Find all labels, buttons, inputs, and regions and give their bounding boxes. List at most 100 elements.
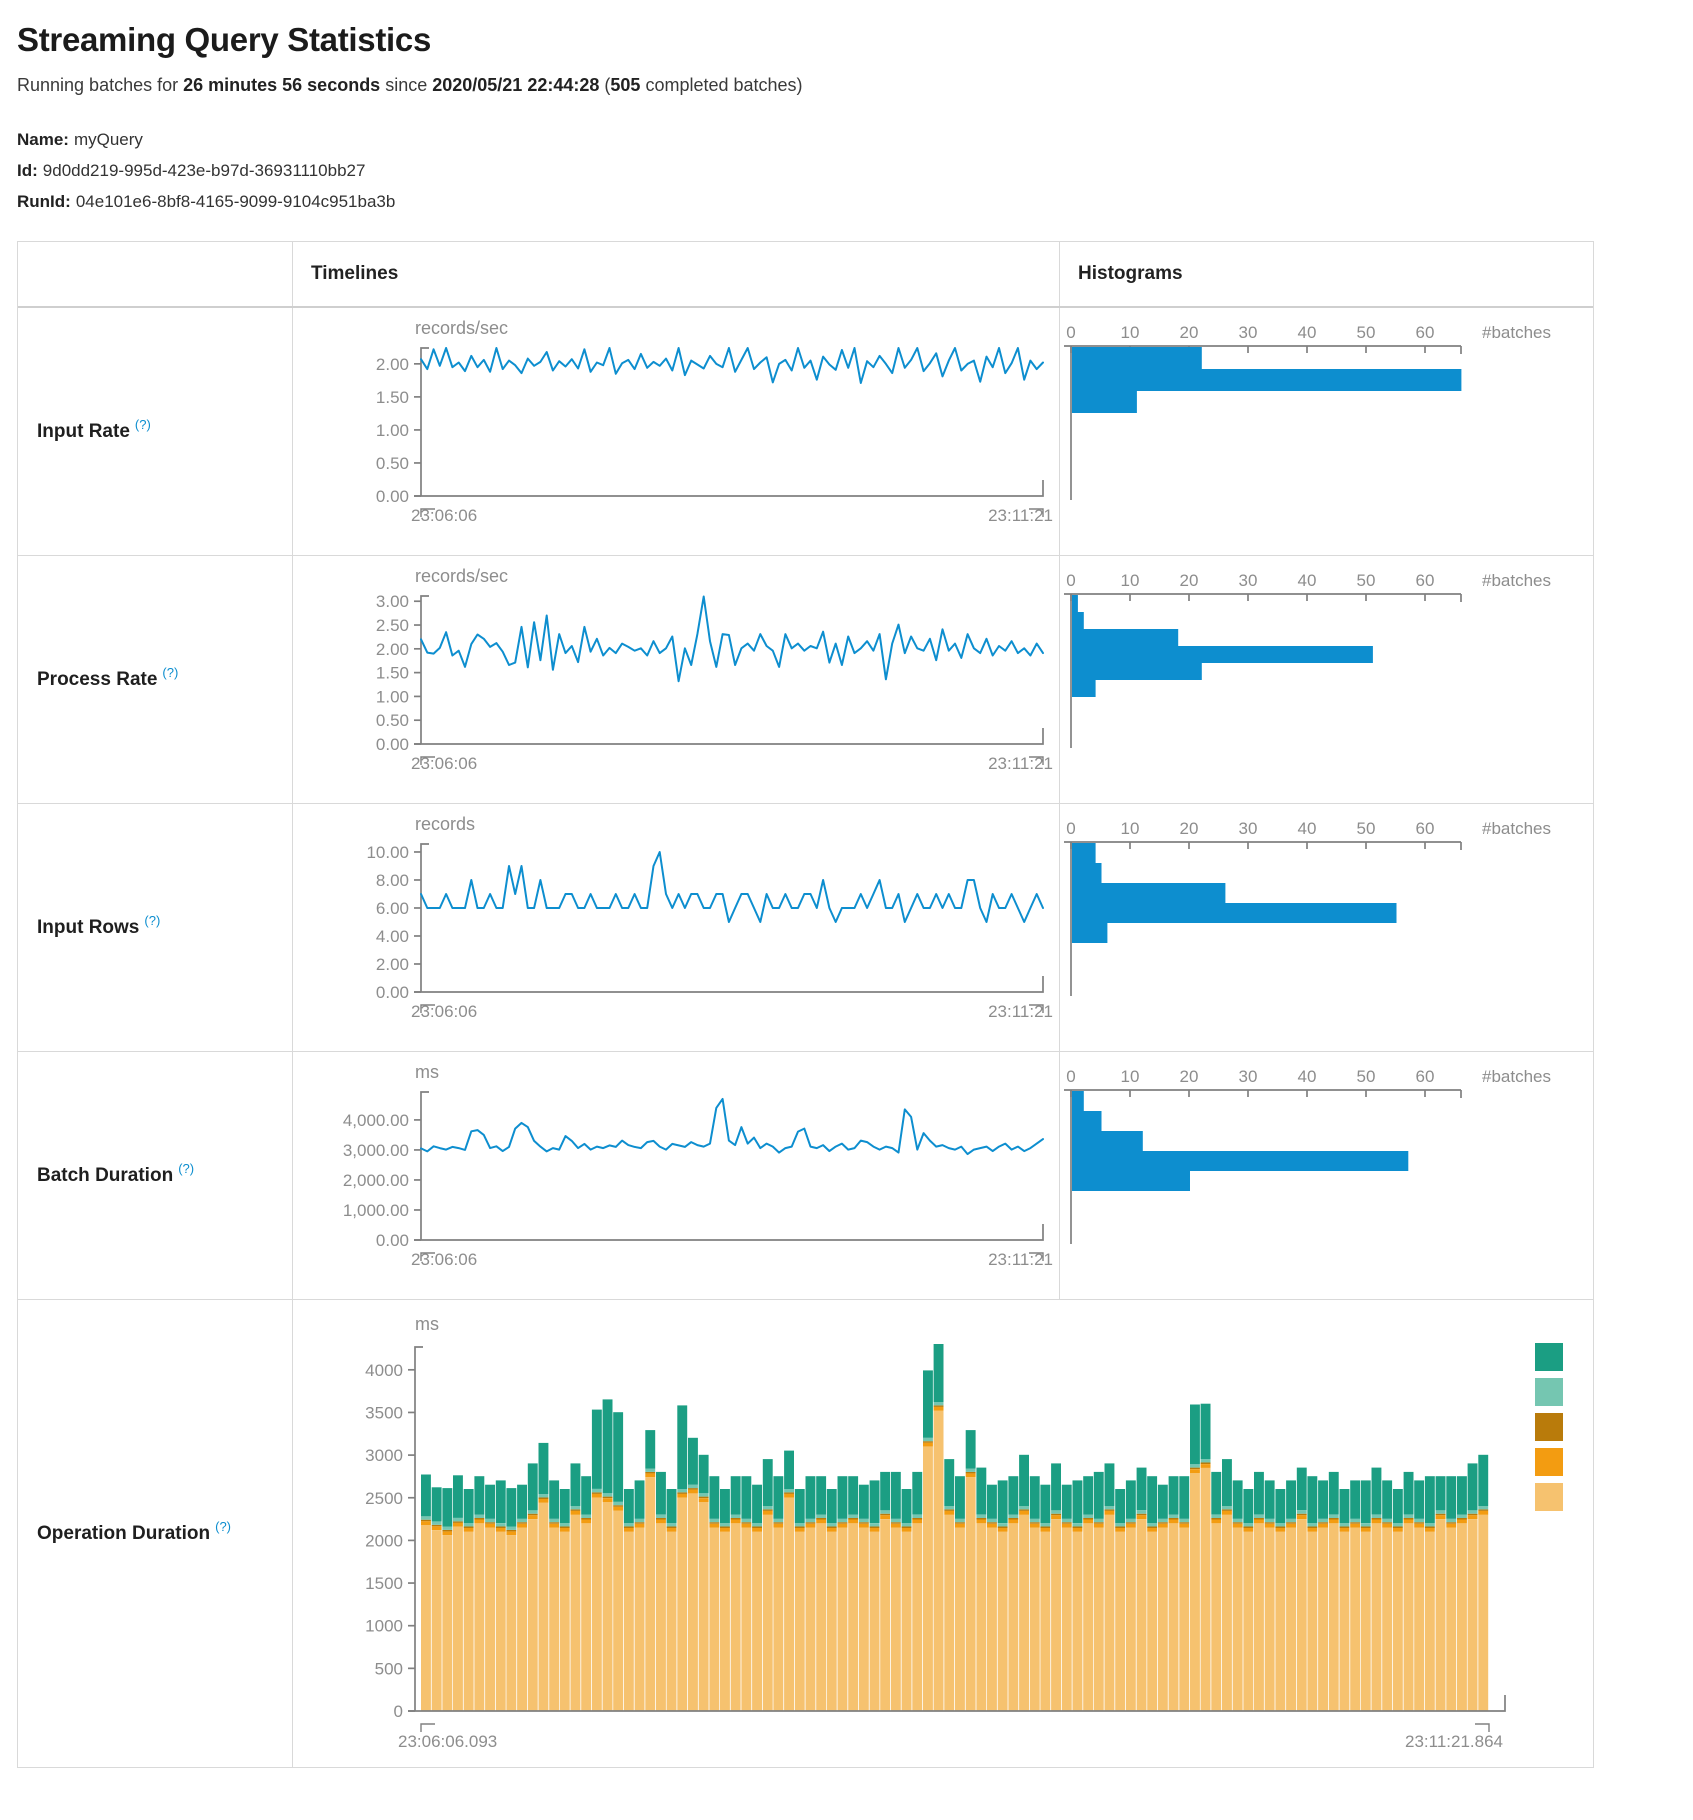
stacked-bar-segment <box>1105 1511 1115 1515</box>
stacked-bar-segment <box>432 1521 442 1524</box>
stacked-bar-segment <box>517 1519 527 1522</box>
svg-text:60: 60 <box>1416 819 1435 838</box>
stacked-bar-segment <box>1457 1520 1467 1524</box>
stacked-bar-segment <box>912 1472 922 1515</box>
histogram-bar <box>1072 1131 1143 1151</box>
stacked-bar-segment <box>880 1514 890 1516</box>
stacked-bar-segment <box>955 1528 965 1711</box>
stacked-bar-segment <box>1318 1480 1328 1518</box>
help-icon[interactable]: (?) <box>135 417 151 432</box>
svg-text:2,000.00: 2,000.00 <box>343 1171 409 1190</box>
stacked-bar-segment <box>1105 1506 1115 1509</box>
stacked-bar-segment <box>1275 1523 1285 1526</box>
stacked-bar-segment <box>827 1523 837 1526</box>
stacked-bar-segment <box>1446 1476 1456 1519</box>
stacked-bar-segment <box>442 1535 452 1711</box>
stacked-bar-segment <box>806 1519 816 1522</box>
svg-text:40: 40 <box>1298 819 1317 838</box>
histogram-bar <box>1072 1091 1084 1111</box>
stacked-bar-segment <box>1137 1510 1147 1513</box>
stacked-bar-segment <box>1169 1518 1179 1520</box>
stacked-bar-segment <box>741 1528 751 1711</box>
stacked-bar-segment <box>838 1524 848 1528</box>
stacked-bar-segment <box>571 1511 581 1515</box>
help-icon[interactable]: (?) <box>162 665 178 680</box>
stacked-bar-segment <box>1372 1518 1382 1520</box>
stacked-bar-segment <box>1008 1523 1018 1711</box>
stacked-bar-segment <box>1361 1527 1371 1529</box>
stacked-bar-segment <box>773 1476 783 1519</box>
stacked-bar-segment <box>1243 1523 1253 1526</box>
stacked-bar-segment <box>720 1527 730 1529</box>
stacked-bar-segment <box>1008 1476 1018 1514</box>
legend-swatch <box>1535 1378 1563 1406</box>
svg-text:2500: 2500 <box>365 1489 403 1508</box>
stacked-bar-segment <box>859 1522 869 1524</box>
stacked-bar-segment <box>592 1494 602 1498</box>
svg-text:1.00: 1.00 <box>376 687 409 706</box>
stacked-bar-segment <box>987 1485 997 1519</box>
stacked-bar-segment <box>998 1480 1008 1523</box>
stacked-bar-segment <box>1169 1515 1179 1518</box>
stacked-bar-segment <box>528 1463 538 1510</box>
stacked-bar-segment <box>688 1438 698 1485</box>
header-histograms: Histograms <box>1059 242 1593 306</box>
stacked-bar-segment <box>998 1523 1008 1526</box>
stacked-bar-segment <box>496 1527 506 1529</box>
stacked-bar-segment <box>902 1527 912 1529</box>
stacked-bar-segment <box>613 1507 623 1511</box>
svg-text:records: records <box>415 814 475 834</box>
stacked-bar-segment <box>827 1528 837 1532</box>
stacked-bar-segment <box>1040 1485 1050 1523</box>
query-name-label: Name: <box>17 130 69 149</box>
stacked-bar-segment <box>1094 1524 1104 1528</box>
stacked-bar-segment <box>474 1518 484 1520</box>
help-icon[interactable]: (?) <box>144 913 160 928</box>
stacked-bar-segment <box>1190 1468 1200 1470</box>
stacked-bar-segment <box>528 1514 538 1516</box>
query-id-label: Id: <box>17 161 38 180</box>
svg-text:23:06:06: 23:06:06 <box>411 1250 477 1269</box>
stacked-bar-segment <box>763 1459 773 1506</box>
svg-text:0: 0 <box>394 1702 403 1721</box>
stacked-bar-segment <box>1222 1515 1232 1711</box>
svg-text:30: 30 <box>1239 571 1258 590</box>
stacked-bar-segment <box>934 1411 944 1711</box>
stacked-bar-segment <box>998 1532 1008 1711</box>
process-rate-histogram-chart: 0102030405060#batches <box>1060 556 1594 803</box>
stacked-bar-segment <box>1051 1515 1061 1519</box>
stacked-bar-segment <box>603 1502 613 1711</box>
svg-text:23:06:06: 23:06:06 <box>411 506 477 525</box>
stacked-bar-segment <box>720 1528 730 1532</box>
stacked-bar-segment <box>1350 1524 1360 1528</box>
help-icon[interactable]: (?) <box>178 1161 194 1176</box>
stacked-bar-segment <box>1414 1480 1424 1518</box>
stacked-bar-segment <box>1062 1528 1072 1711</box>
stacked-bar-segment <box>656 1472 666 1515</box>
svg-text:records/sec: records/sec <box>415 566 508 586</box>
stacked-bar-segment <box>902 1528 912 1532</box>
stacked-bar-segment <box>1105 1463 1115 1506</box>
input-rows-timeline-chart: records10.008.006.004.002.000.0023:06:06… <box>293 804 1060 1051</box>
svg-text:6.00: 6.00 <box>376 899 409 918</box>
stacked-bar-segment <box>1243 1528 1253 1532</box>
stacked-bar-segment <box>1350 1522 1360 1524</box>
stacked-bar-segment <box>1030 1522 1040 1524</box>
stacked-bar-segment <box>571 1515 581 1711</box>
svg-text:60: 60 <box>1416 1067 1435 1086</box>
legend-swatch <box>1535 1413 1563 1441</box>
stacked-bar-segment <box>1275 1527 1285 1529</box>
stacked-bar-segment <box>827 1532 837 1711</box>
stacked-bar-segment <box>848 1523 858 1711</box>
stacked-bar-segment <box>998 1527 1008 1529</box>
stacked-bar-segment <box>613 1505 623 1507</box>
svg-text:1.00: 1.00 <box>376 421 409 440</box>
svg-text:20: 20 <box>1180 571 1199 590</box>
help-icon[interactable]: (?) <box>215 1519 231 1534</box>
stacked-bar-segment <box>1019 1506 1029 1509</box>
stacked-bar-segment <box>442 1530 452 1532</box>
stacked-bar-segment <box>1318 1528 1328 1711</box>
histogram-bar <box>1072 595 1078 612</box>
batch-duration-timeline-chart: ms4,000.003,000.002,000.001,000.000.0023… <box>293 1052 1060 1299</box>
stacked-bar-segment <box>474 1523 484 1711</box>
